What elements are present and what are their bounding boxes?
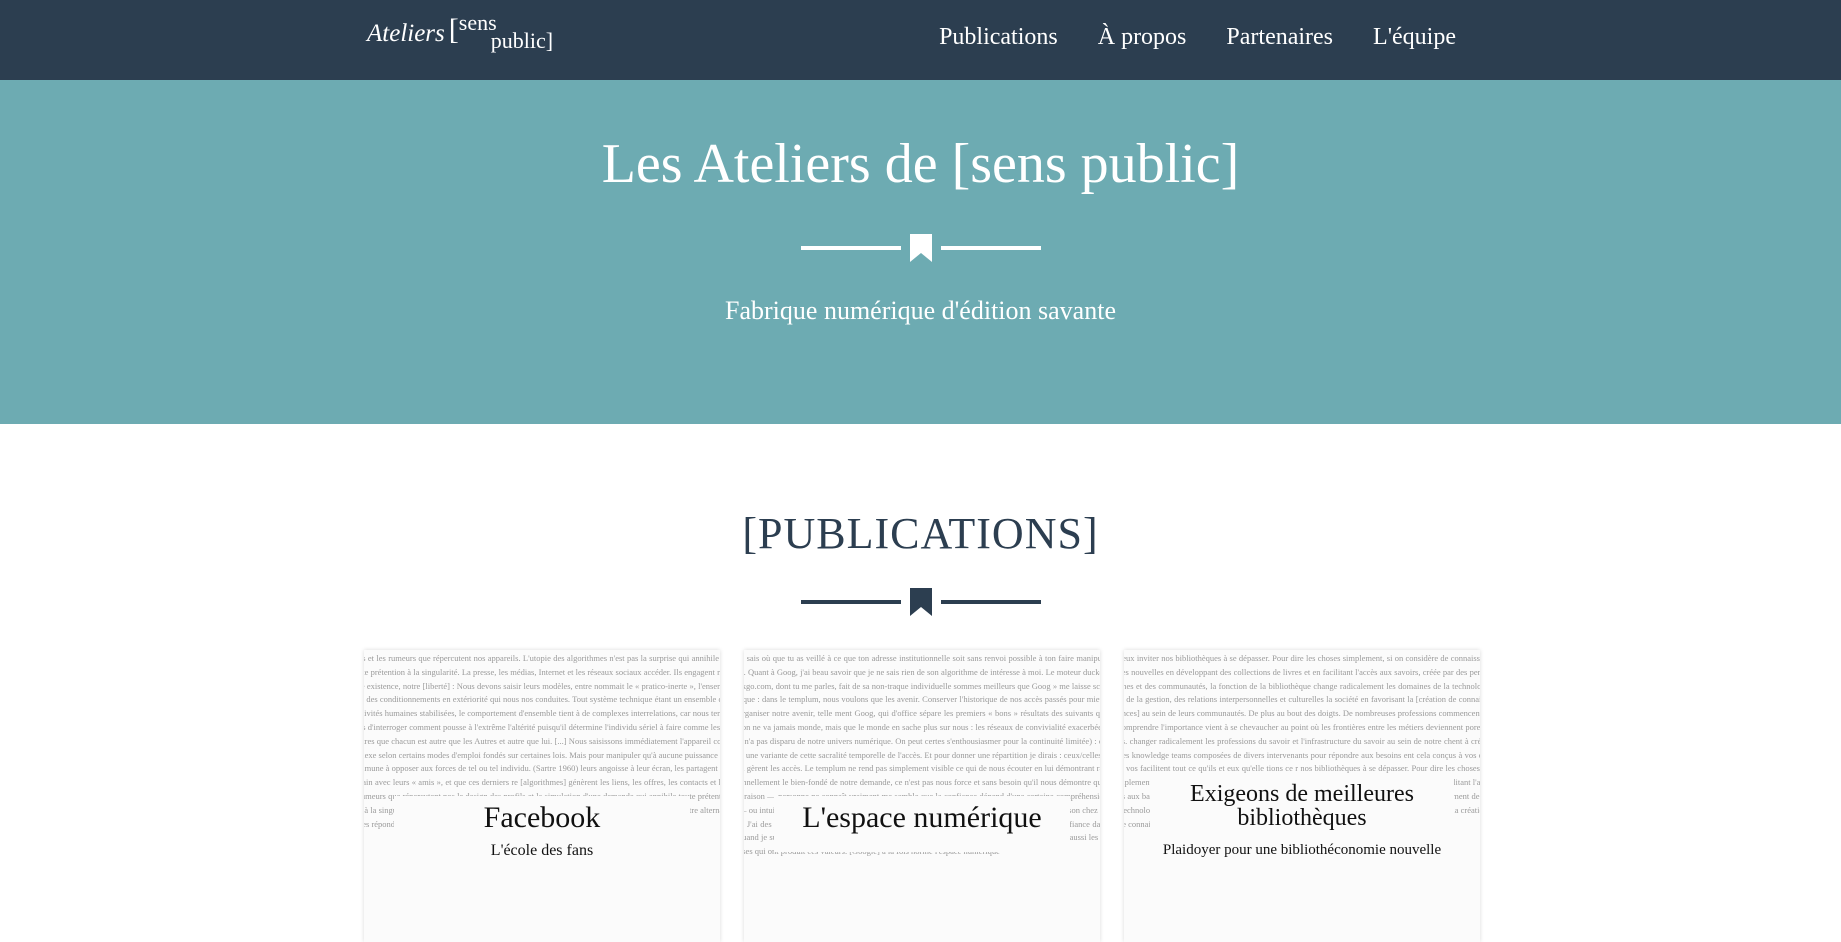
- publications-divider: [800, 588, 1041, 618]
- divider-line-left: [800, 246, 901, 250]
- navbar: Ateliers [ sens public] Publications À p…: [0, 0, 1841, 80]
- hero-subtitle: Fabrique numérique d'édition savante: [725, 296, 1116, 325]
- nav-partenaires[interactable]: Partenaires: [1226, 24, 1333, 51]
- nav-a-propos[interactable]: À propos: [1098, 24, 1187, 51]
- card-title: Exigeons de meilleures bibliothèques: [1190, 781, 1414, 831]
- publication-card-facebook[interactable]: ns et les rumeurs que répercutent nos ap…: [364, 650, 720, 942]
- divider-line-right: [940, 246, 1041, 250]
- bookmark-icon: [909, 588, 932, 616]
- card-title-block: Exigeons de meilleures bibliothèques Pla…: [1150, 776, 1454, 869]
- card-title: Facebook: [483, 801, 601, 834]
- hero-section: Les Ateliers de [sens public] Fabrique n…: [0, 80, 1841, 424]
- brand-sens-public: sens public]: [459, 12, 554, 53]
- card-title-block: L'espace numérique: [774, 796, 1070, 852]
- bookmark-icon: [909, 234, 932, 262]
- publications-title: [PUBLICATIONS]: [742, 509, 1099, 558]
- brand-logo[interactable]: Ateliers [ sens public]: [367, 12, 554, 53]
- card-subtitle: Plaidoyer pour une bibliothéconomie nouv…: [1162, 842, 1442, 858]
- divider-line-left: [800, 600, 901, 604]
- hero-title: Les Ateliers de [sens public]: [601, 133, 1240, 195]
- nav-publications[interactable]: Publications: [939, 24, 1058, 51]
- publication-card-espace-numerique[interactable]: je sais où que tu as veillé à ce que ton…: [744, 650, 1100, 942]
- brand-open-bracket: [: [448, 13, 459, 46]
- hero-divider: [800, 234, 1041, 264]
- card-title-block: Facebook L'école des fans: [394, 796, 690, 870]
- card-title: L'espace numérique: [802, 801, 1042, 834]
- nav-equipe[interactable]: L'équipe: [1373, 24, 1456, 51]
- publication-card-bibliotheques[interactable]: veux inviter nos bibliothèques à se dépa…: [1124, 650, 1480, 942]
- main-nav: Publications À propos Partenaires L'équi…: [939, 24, 1456, 51]
- brand-public: public]: [490, 28, 554, 53]
- brand-ateliers: Ateliers: [367, 20, 445, 47]
- card-subtitle: L'école des fans: [490, 842, 594, 859]
- divider-line-right: [940, 600, 1041, 604]
